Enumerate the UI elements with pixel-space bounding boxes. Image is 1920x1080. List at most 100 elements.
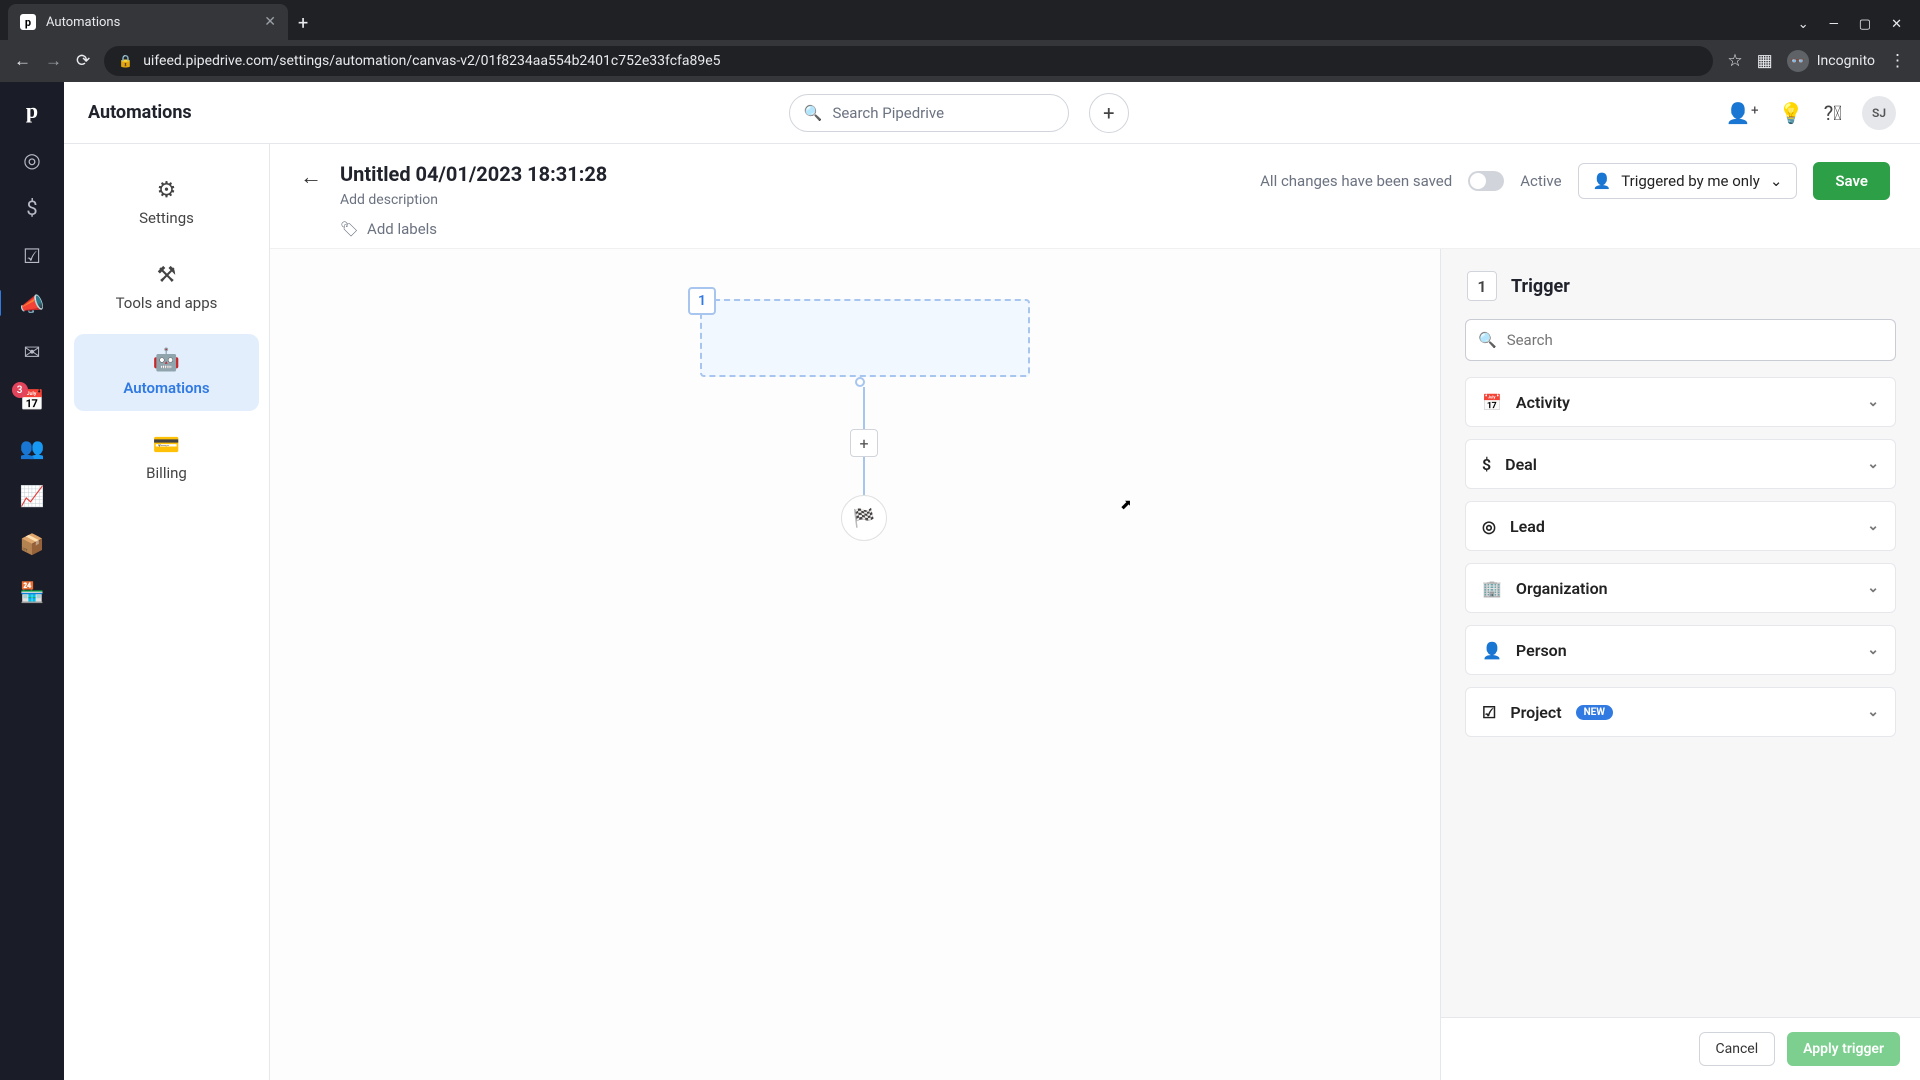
trigger-category-person[interactable]: 👤 Person ⌄ xyxy=(1465,625,1896,675)
minimize-icon[interactable]: — xyxy=(1829,17,1839,32)
category-label: Person xyxy=(1516,641,1567,660)
chevron-down-icon: ⌄ xyxy=(1867,642,1879,658)
rail-products-icon[interactable]: 📦 xyxy=(20,532,45,556)
add-step-button[interactable]: + xyxy=(850,429,878,457)
automation-header: ← Untitled 04/01/2023 18:31:28 Add descr… xyxy=(270,144,1920,249)
avatar-initials: SJ xyxy=(1872,106,1886,120)
global-search-placeholder: Search Pipedrive xyxy=(832,104,944,122)
trigger-search-input[interactable] xyxy=(1507,331,1883,349)
person-icon: 👤 xyxy=(1482,641,1502,660)
chevron-down-icon: ⌄ xyxy=(1867,704,1879,720)
trigger-category-activity[interactable]: 📅 Activity ⌄ xyxy=(1465,377,1896,427)
gear-icon: ⚙ xyxy=(157,178,177,203)
trigger-category-organization[interactable]: 🏢 Organization ⌄ xyxy=(1465,563,1896,613)
cancel-button[interactable]: Cancel xyxy=(1699,1032,1776,1066)
calendar-icon: 📅 xyxy=(1482,393,1502,412)
window-controls: ⌄ — ▢ ✕ xyxy=(1780,17,1920,40)
back-arrow-icon[interactable]: ← xyxy=(300,164,322,190)
add-description-link[interactable]: Add description xyxy=(340,192,607,208)
triggered-by-dropdown[interactable]: 👤 Triggered by me only ⌄ xyxy=(1578,163,1798,199)
active-label: Active xyxy=(1520,172,1561,190)
reload-icon[interactable]: ⟳ xyxy=(76,51,90,71)
person-icon: 👤 xyxy=(1593,172,1612,190)
check-square-icon: ☑ xyxy=(1482,703,1496,722)
dollar-icon: $ xyxy=(1482,455,1491,474)
invite-user-icon[interactable]: 👤⁺ xyxy=(1726,101,1759,125)
trigger-placeholder[interactable]: 1 xyxy=(700,299,1030,377)
close-tab-icon[interactable]: ✕ xyxy=(264,14,276,30)
address-bar: ← → ⟳ 🔒 uifeed.pipedrive.com/settings/au… xyxy=(0,40,1920,82)
rail-contacts-icon[interactable]: 👥 xyxy=(20,436,45,460)
back-icon[interactable]: ← xyxy=(14,51,31,71)
sidebar-item-automations[interactable]: 🤖 Automations xyxy=(74,334,259,411)
add-labels-text: Add labels xyxy=(367,220,437,238)
sidebar-item-label: Automations xyxy=(123,379,209,397)
trigger-search[interactable]: 🔍 xyxy=(1465,319,1896,361)
favicon-icon: p xyxy=(20,14,36,30)
quick-add-button[interactable]: + xyxy=(1089,93,1129,133)
rail-calendar-icon[interactable]: 3📅 xyxy=(20,388,45,412)
incognito-badge: 👓 Incognito xyxy=(1787,50,1875,72)
chevron-down-icon: ⌄ xyxy=(1867,456,1879,472)
tag-icon: 🏷 xyxy=(340,220,359,238)
sidebar-item-settings[interactable]: ⚙ Settings xyxy=(74,164,259,241)
close-window-icon[interactable]: ✕ xyxy=(1891,17,1902,32)
category-label: Deal xyxy=(1505,455,1537,474)
app-header: Automations 🔍 Search Pipedrive + 👤⁺ 💡 ?⃝… xyxy=(64,82,1920,144)
rail-checklist-icon[interactable]: ☑ xyxy=(23,244,41,268)
maximize-icon[interactable]: ▢ xyxy=(1859,17,1871,32)
robot-icon: 🤖 xyxy=(153,348,180,373)
automation-title[interactable]: Untitled 04/01/2023 18:31:28 xyxy=(340,162,607,186)
rail-campaigns-icon[interactable]: 📣 xyxy=(20,292,45,316)
end-flag-icon: 🏁 xyxy=(841,495,887,541)
add-labels-link[interactable]: 🏷 Add labels xyxy=(340,220,607,238)
target-icon: ◎ xyxy=(1482,517,1496,536)
chevron-down-icon[interactable]: ⌄ xyxy=(1798,17,1809,32)
triggered-by-label: Triggered by me only xyxy=(1621,172,1760,190)
new-tab-button[interactable]: + xyxy=(288,7,318,40)
rail-badge: 3 xyxy=(12,382,28,398)
chevron-down-icon: ⌄ xyxy=(1867,580,1879,596)
trigger-category-project[interactable]: ☑ Project NEW ⌄ xyxy=(1465,687,1896,737)
browser-menu-icon[interactable]: ⋮ xyxy=(1889,51,1906,71)
save-button[interactable]: Save xyxy=(1813,162,1890,200)
chevron-down-icon: ⌄ xyxy=(1770,172,1783,190)
left-rail: p ◎ $ ☑ 📣 ✉ 3📅 👥 📈 📦 🏪 xyxy=(0,82,64,1080)
avatar[interactable]: SJ xyxy=(1862,96,1896,130)
connector-dot xyxy=(855,377,865,387)
category-label: Project xyxy=(1510,703,1561,722)
rail-target-icon[interactable]: ◎ xyxy=(23,148,40,172)
category-label: Activity xyxy=(1516,393,1570,412)
url-field[interactable]: 🔒 uifeed.pipedrive.com/settings/automati… xyxy=(104,46,1713,76)
trigger-category-lead[interactable]: ◎ Lead ⌄ xyxy=(1465,501,1896,551)
rail-dollar-icon[interactable]: $ xyxy=(26,196,37,220)
rail-mail-icon[interactable]: ✉ xyxy=(24,340,41,364)
search-icon: 🔍 xyxy=(804,104,823,122)
trigger-category-deal[interactable]: $ Deal ⌄ xyxy=(1465,439,1896,489)
active-toggle[interactable] xyxy=(1468,171,1504,191)
tools-icon: ⚒ xyxy=(157,263,177,288)
apply-trigger-button[interactable]: Apply trigger xyxy=(1787,1032,1900,1066)
incognito-label: Incognito xyxy=(1817,53,1875,69)
rail-insights-icon[interactable]: 📈 xyxy=(20,484,45,508)
url-text: uifeed.pipedrive.com/settings/automation… xyxy=(143,53,720,69)
trigger-step-number: 1 xyxy=(688,287,716,315)
page-title: Automations xyxy=(88,102,192,123)
logo-icon[interactable]: p xyxy=(26,98,38,124)
extension-icon[interactable]: ▦ xyxy=(1757,51,1773,71)
tab-title: Automations xyxy=(46,15,120,30)
global-search[interactable]: 🔍 Search Pipedrive xyxy=(789,94,1069,132)
chevron-down-icon: ⌄ xyxy=(1867,394,1879,410)
browser-tab[interactable]: p Automations ✕ xyxy=(8,4,288,40)
category-label: Lead xyxy=(1510,517,1545,536)
star-icon[interactable]: ☆ xyxy=(1727,51,1742,71)
help-icon[interactable]: ?⃝ xyxy=(1824,101,1842,125)
sidebar-item-label: Tools and apps xyxy=(116,294,218,312)
canvas[interactable]: 1 + 🏁 xyxy=(270,249,1440,1080)
sidebar-item-tools[interactable]: ⚒ Tools and apps xyxy=(74,249,259,326)
trigger-panel: 1 Trigger 🔍 📅 Activity ⌄ xyxy=(1440,249,1920,1080)
rail-marketplace-icon[interactable]: 🏪 xyxy=(20,580,45,604)
lightbulb-icon[interactable]: 💡 xyxy=(1779,101,1804,125)
sidebar-item-billing[interactable]: 💳 Billing xyxy=(74,419,259,496)
settings-side-menu: ⚙ Settings ⚒ Tools and apps 🤖 Automation… xyxy=(64,144,270,1080)
